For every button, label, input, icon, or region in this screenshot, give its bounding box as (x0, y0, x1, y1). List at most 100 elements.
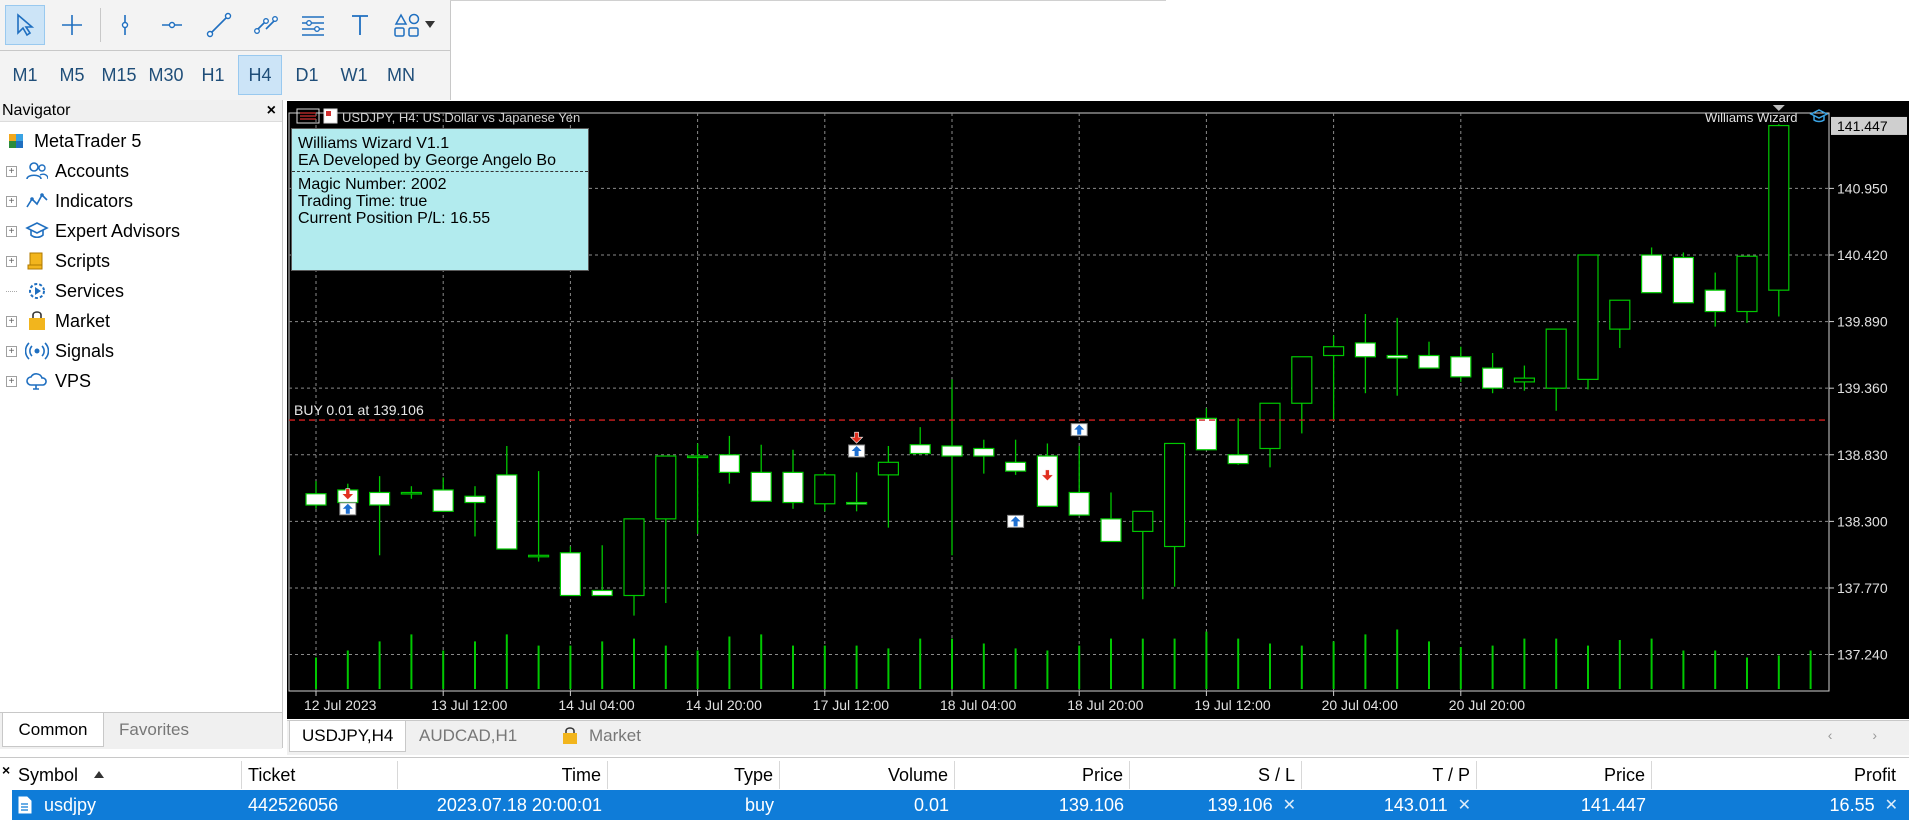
expand-icon[interactable]: + (6, 375, 17, 387)
tab-market[interactable]: Market (549, 721, 653, 751)
expand-icon[interactable]: + (6, 255, 17, 267)
accounts-icon (25, 160, 49, 182)
table-row[interactable]: usdjpy 442526056 2023.07.18 20:00:01 buy… (12, 790, 1909, 820)
column-stop-loss[interactable]: S / L (1130, 761, 1302, 789)
tab-market-label: Market (589, 726, 641, 745)
timeframe-mn[interactable]: MN (379, 55, 423, 95)
navigator-item-vps[interactable]: + VPS (6, 368, 91, 394)
market-icon (563, 727, 577, 744)
navigator-item-indicators[interactable]: + Indicators (6, 188, 133, 214)
navigator-item-services[interactable]: Services (6, 278, 124, 304)
column-price[interactable]: Price (1477, 761, 1652, 789)
timeframe-d1[interactable]: D1 (285, 55, 329, 95)
indicators-icon (25, 190, 49, 212)
cell-volume: 0.01 (913, 794, 949, 815)
cursor-icon[interactable] (5, 5, 45, 45)
candle-body (1577, 254, 1599, 380)
current-price-label: 141.447 (1837, 118, 1888, 134)
navigator-item-market[interactable]: + Market (6, 308, 110, 334)
cell-text: usdjpy (44, 794, 97, 815)
signals-icon (25, 340, 49, 362)
market-icon (25, 310, 49, 332)
crosshair-icon[interactable] (52, 5, 92, 45)
horizontal-line-icon[interactable] (152, 5, 192, 45)
tab-audcad-h1[interactable]: AUDCAD,H1 (407, 721, 529, 751)
navigator-item-accounts[interactable]: + Accounts (6, 158, 129, 184)
navigator-item-expert-advisors[interactable]: + Expert Advisors (6, 218, 180, 244)
cell-stop-loss[interactable]: 139.106 ✕ (1130, 791, 1302, 819)
cell-text: 143.011 (1383, 794, 1448, 815)
candle-body (1004, 461, 1027, 472)
navigator-item-label: Market (55, 310, 111, 331)
timeframe-w1[interactable]: W1 (332, 55, 376, 95)
column-profit[interactable]: Profit (1652, 761, 1902, 789)
expand-icon[interactable]: + (6, 165, 17, 177)
timeframe-m1[interactable]: M1 (3, 55, 47, 95)
timeframe-toolbar: M1 M5 M15 M30 H1 H4 D1 W1 MN (0, 51, 451, 100)
candle-body (1513, 377, 1536, 383)
column-label: Profit (1853, 764, 1896, 785)
ea-label: Williams Wizard (1705, 110, 1797, 125)
tab-usdjpy-h4[interactable]: USDJPY,H4 (289, 721, 407, 752)
tab-scroll-arrows[interactable]: ‹ › (1828, 727, 1895, 743)
time-label: 20 Jul 20:00 (1449, 697, 1525, 713)
chart-window-icon (326, 111, 331, 116)
cell-take-profit[interactable]: 143.011 ✕ (1302, 791, 1477, 819)
column-ticket[interactable]: Ticket (242, 761, 398, 789)
tab-favorites[interactable]: Favorites (104, 713, 204, 746)
ea-trading-time: Trading Time: true (298, 193, 428, 210)
candle-body (1672, 256, 1695, 304)
candle-body (1768, 124, 1790, 291)
timeframe-h1[interactable]: H1 (191, 55, 235, 95)
navigator-item-scripts[interactable]: + Scripts (6, 248, 110, 274)
remove-sl-icon[interactable]: ✕ (1283, 795, 1296, 815)
column-type[interactable]: Type (608, 761, 780, 789)
channel-icon[interactable] (246, 5, 286, 45)
timeframe-m30[interactable]: M30 (144, 55, 188, 95)
candle-body (750, 471, 772, 502)
text-icon[interactable] (340, 5, 380, 45)
cell-symbol: usdjpy (12, 791, 242, 819)
cell-time: 2023.07.18 20:00:01 (436, 794, 602, 815)
column-open-price[interactable]: Price (955, 761, 1130, 789)
trendline-icon[interactable] (199, 5, 239, 45)
column-volume[interactable]: Volume (780, 761, 955, 789)
tab-common[interactable]: Common (2, 713, 104, 747)
ea-magic-number: Magic Number: 2002 (298, 176, 447, 193)
time-label: 17 Jul 12:00 (813, 697, 889, 713)
shapes-icon[interactable] (385, 5, 441, 45)
remove-tp-icon[interactable]: ✕ (1458, 795, 1471, 815)
time-label: 13 Jul 12:00 (431, 697, 507, 713)
candle-body (400, 491, 423, 495)
column-take-profit[interactable]: T / P (1302, 761, 1477, 789)
timeframe-m5[interactable]: M5 (50, 55, 94, 95)
candle-body (1481, 367, 1504, 389)
vertical-line-icon[interactable] (105, 5, 145, 45)
cell-profit[interactable]: 16.55 ✕ (1652, 791, 1904, 819)
column-label: Price (1081, 764, 1123, 785)
expand-icon[interactable]: + (6, 345, 17, 357)
column-time[interactable]: Time (398, 761, 608, 789)
fibonacci-icon[interactable] (293, 5, 333, 45)
candle-body (559, 552, 581, 597)
column-label: Time (561, 764, 601, 785)
expand-icon[interactable]: + (6, 195, 17, 207)
close-icon[interactable]: × (2, 762, 10, 778)
navigator-item-signals[interactable]: + Signals (6, 338, 114, 364)
candle-body (591, 589, 613, 597)
close-icon[interactable]: × (267, 100, 276, 122)
timeframe-h4[interactable]: H4 (238, 55, 282, 95)
timeframe-m15[interactable]: M15 (97, 55, 141, 95)
column-label: Symbol (18, 764, 79, 785)
navigator-root[interactable]: MetaTrader 5 (4, 128, 141, 154)
close-position-icon[interactable]: ✕ (1885, 795, 1898, 815)
cell-type: buy (744, 794, 774, 815)
expand-icon[interactable]: + (6, 225, 17, 237)
candle-body (1386, 354, 1408, 359)
expand-icon[interactable]: + (6, 315, 17, 327)
column-symbol[interactable]: Symbol (12, 761, 242, 789)
navigator-item-label: Signals (55, 340, 115, 361)
navigator-item-label: Scripts (55, 250, 111, 271)
candle-body (909, 444, 931, 455)
buy-order-label: BUY 0.01 at 139.106 (294, 402, 424, 418)
